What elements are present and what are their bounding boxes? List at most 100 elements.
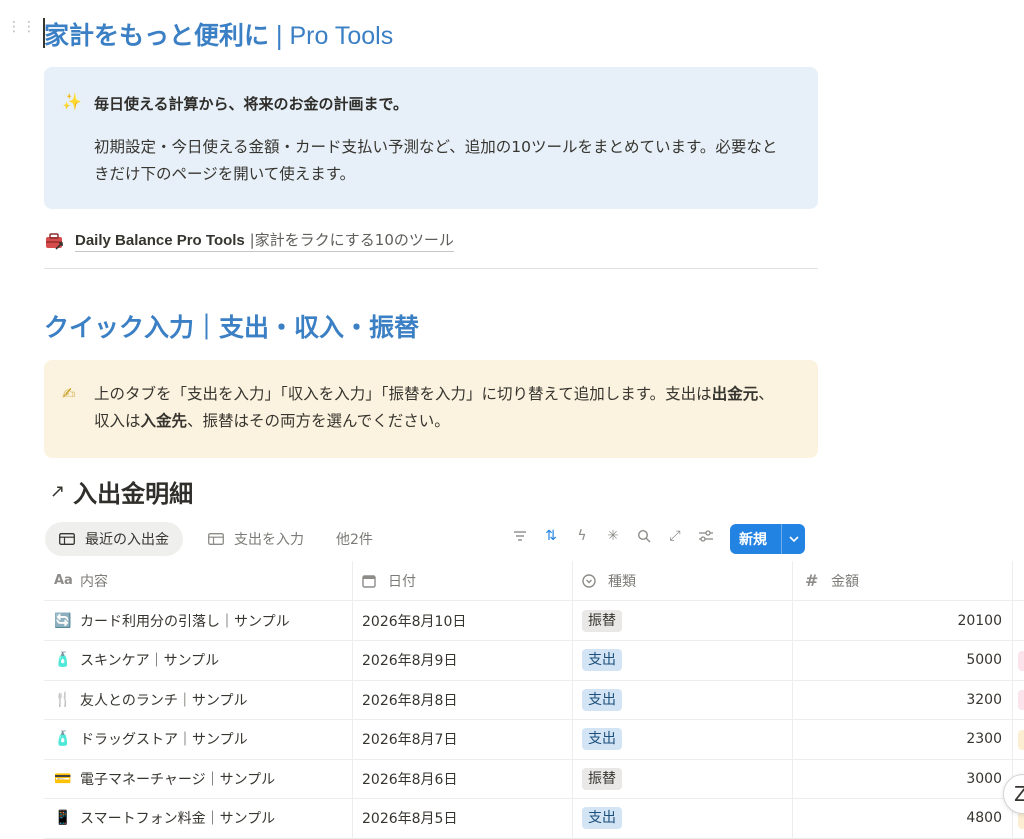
type-badge: 振替 bbox=[582, 767, 622, 790]
row-name: スキンケア｜サンプル bbox=[80, 653, 220, 669]
cell-next bbox=[1012, 719, 1024, 759]
intro-callout-heading: 毎日使える計算から、将来のお金の計画まで。 bbox=[94, 95, 408, 113]
cell-name[interactable]: 💳 電子マネーチャージ｜サンプル bbox=[44, 759, 352, 798]
ai-sparkle-icon[interactable]: ✳ bbox=[605, 528, 621, 544]
cell-name[interactable]: 🍴 友人とのランチ｜サンプル bbox=[44, 680, 352, 719]
automation-bolt-icon[interactable]: ϟ bbox=[574, 528, 590, 544]
filter-icon[interactable] bbox=[512, 528, 528, 544]
row-name: 友人とのランチ｜サンプル bbox=[80, 692, 248, 709]
cell-date[interactable]: 2026年8月8日 bbox=[352, 680, 572, 719]
calendar-icon bbox=[362, 574, 380, 588]
row-emoji-icon: 🧴 bbox=[54, 731, 72, 747]
intro-callout: ✨ 毎日使える計算から、将来のお金の計画まで。 初期設定・今日使える金額・カード… bbox=[44, 67, 818, 209]
cell-type[interactable]: 支出 bbox=[572, 798, 792, 838]
page-title[interactable]: 家計をもっと便利に | Pro Tools bbox=[44, 16, 393, 52]
tab-more-views[interactable]: 他2件 bbox=[322, 522, 387, 556]
cell-amount[interactable]: 20100 bbox=[792, 601, 1012, 640]
type-badge: 振替 bbox=[582, 609, 622, 632]
text-cursor bbox=[43, 18, 45, 48]
next-column-tag bbox=[1018, 690, 1024, 710]
help-callout: ✍ 上のタブを「支出を入力」「収入を入力」「振替を入力」に切り替えて追加します。… bbox=[44, 360, 818, 458]
row-emoji-icon: 🍴 bbox=[54, 691, 72, 708]
cell-amount[interactable]: 4800 bbox=[792, 798, 1012, 838]
help-text-3: 、振替はその両方を選んでください。 bbox=[187, 412, 450, 430]
cell-date[interactable]: 2026年8月5日 bbox=[352, 798, 572, 838]
type-badge: 支出 bbox=[582, 807, 622, 829]
tab-recent-label: 最近の入出金 bbox=[85, 532, 169, 548]
table-icon bbox=[59, 533, 75, 545]
page-link-title: Daily Balance Pro Tools bbox=[75, 232, 245, 249]
settings-sliders-icon[interactable] bbox=[698, 528, 714, 544]
column-header-next bbox=[1012, 561, 1024, 600]
table-row[interactable]: 📱 スマートフォン料金｜サンプル 2026年8月5日 支出 4800 bbox=[44, 798, 1024, 839]
help-text-bold-destination: 入金先 bbox=[140, 412, 188, 430]
cell-date[interactable]: 2026年8月7日 bbox=[352, 719, 572, 759]
row-name: スマートフォン料金｜サンプル bbox=[80, 811, 276, 827]
database-title-text: 入出金明細 bbox=[73, 480, 194, 508]
type-badge: 支出 bbox=[582, 688, 622, 711]
table-row[interactable]: 🧴 ドラッグストア｜サンプル 2026年8月7日 支出 2300 bbox=[44, 719, 1024, 760]
select-property-icon bbox=[582, 573, 600, 588]
row-name: ドラッグストア｜サンプル bbox=[80, 732, 248, 748]
cell-type[interactable]: 振替 bbox=[572, 759, 792, 798]
cell-date[interactable]: 2026年8月9日 bbox=[352, 640, 572, 680]
intro-callout-body: 初期設定・今日使える金額・カード支払い予測など、追加の10ツールをまとめています… bbox=[94, 138, 778, 183]
database-title[interactable]: ↗ 入出金明細 bbox=[50, 474, 193, 509]
new-button-label: 新規 bbox=[739, 532, 767, 548]
cell-amount[interactable]: 5000 bbox=[792, 640, 1012, 680]
cell-name[interactable]: 🧴 ドラッグストア｜サンプル bbox=[44, 720, 352, 759]
table-header-row: Aa 内容 日付 種類 # 金額 bbox=[44, 561, 1024, 601]
type-badge: 支出 bbox=[582, 649, 622, 671]
cell-type[interactable]: 支出 bbox=[572, 719, 792, 759]
row-name: カード利用分の引落し｜サンプル bbox=[80, 613, 290, 630]
chevron-down-icon[interactable] bbox=[782, 535, 805, 543]
row-emoji-icon: 📱 bbox=[54, 810, 72, 826]
cell-date[interactable]: 2026年8月6日 bbox=[352, 759, 572, 798]
cell-name[interactable]: 🧴 スキンケア｜サンプル bbox=[44, 641, 352, 680]
table-row[interactable]: 💳 電子マネーチャージ｜サンプル 2026年8月6日 振替 3000 bbox=[44, 759, 1024, 799]
cell-next bbox=[1012, 640, 1024, 680]
table-row[interactable]: 🧴 スキンケア｜サンプル 2026年8月9日 支出 5000 bbox=[44, 640, 1024, 681]
cell-amount[interactable]: 2300 bbox=[792, 719, 1012, 759]
column-header-type[interactable]: 種類 bbox=[572, 561, 792, 600]
cell-date[interactable]: 2026年8月10日 bbox=[352, 601, 572, 640]
column-header-name[interactable]: Aa 内容 bbox=[44, 561, 352, 600]
table-row[interactable]: 🍴 友人とのランチ｜サンプル 2026年8月8日 支出 3200 bbox=[44, 680, 1024, 720]
number-property-icon: # bbox=[805, 571, 819, 590]
page-link-pro-tools[interactable]: Daily Balance Pro Tools |家計をラクにする10のツール bbox=[45, 229, 454, 252]
page-title-main: 家計をもっと便利に bbox=[44, 21, 270, 50]
cell-next bbox=[1012, 680, 1024, 719]
cell-name[interactable]: 📱 スマートフォン料金｜サンプル bbox=[44, 799, 352, 838]
expand-icon[interactable]: ⤢ bbox=[667, 528, 683, 544]
help-text-bold-source: 出金元 bbox=[711, 385, 759, 403]
cell-amount[interactable]: 3200 bbox=[792, 680, 1012, 719]
table-icon bbox=[208, 533, 224, 545]
next-column-tag bbox=[1018, 650, 1024, 671]
search-icon[interactable] bbox=[636, 528, 652, 544]
column-header-amount[interactable]: # 金額 bbox=[792, 561, 1012, 600]
table-row[interactable]: 🔄 カード利用分の引落し｜サンプル 2026年8月10日 振替 20100 bbox=[44, 601, 1024, 641]
cell-amount[interactable]: 3000 bbox=[792, 759, 1012, 798]
text-property-icon: Aa bbox=[54, 573, 73, 588]
column-header-date[interactable]: 日付 bbox=[352, 561, 572, 600]
section-heading: クイック入力｜支出・収入・振替 bbox=[44, 313, 420, 342]
new-entry-button[interactable]: 新規 bbox=[730, 524, 805, 554]
cell-type[interactable]: 支出 bbox=[572, 680, 792, 719]
row-emoji-icon: 🔄 bbox=[54, 612, 72, 629]
page-title-separator: | bbox=[275, 21, 284, 50]
linked-arrow-icon: ↗ bbox=[50, 481, 66, 502]
type-badge: 支出 bbox=[582, 728, 622, 750]
sort-icon[interactable]: ⇅ bbox=[543, 528, 559, 544]
toolbox-icon bbox=[46, 232, 63, 250]
drag-handle-icon[interactable]: ⋮⋮ bbox=[7, 20, 36, 44]
help-callout-body: 上のタブを「支出を入力」「収入を入力」「振替を入力」に切り替えて追加します。支出… bbox=[94, 381, 778, 435]
cell-name[interactable]: 🔄 カード利用分の引落し｜サンプル bbox=[44, 601, 352, 640]
cell-type[interactable]: 振替 bbox=[572, 601, 792, 640]
help-text-1: 上のタブを「支出を入力」「収入を入力」「振替を入力」に切り替えて追加します。支出… bbox=[94, 385, 712, 403]
tab-recent[interactable]: 最近の入出金 bbox=[45, 522, 183, 556]
tab-expense-input[interactable]: 支出を入力 bbox=[194, 522, 318, 556]
row-name: 電子マネーチャージ｜サンプル bbox=[80, 771, 276, 788]
row-emoji-icon: 💳 bbox=[54, 770, 72, 787]
tab-expense-label: 支出を入力 bbox=[234, 532, 304, 548]
cell-type[interactable]: 支出 bbox=[572, 640, 792, 680]
